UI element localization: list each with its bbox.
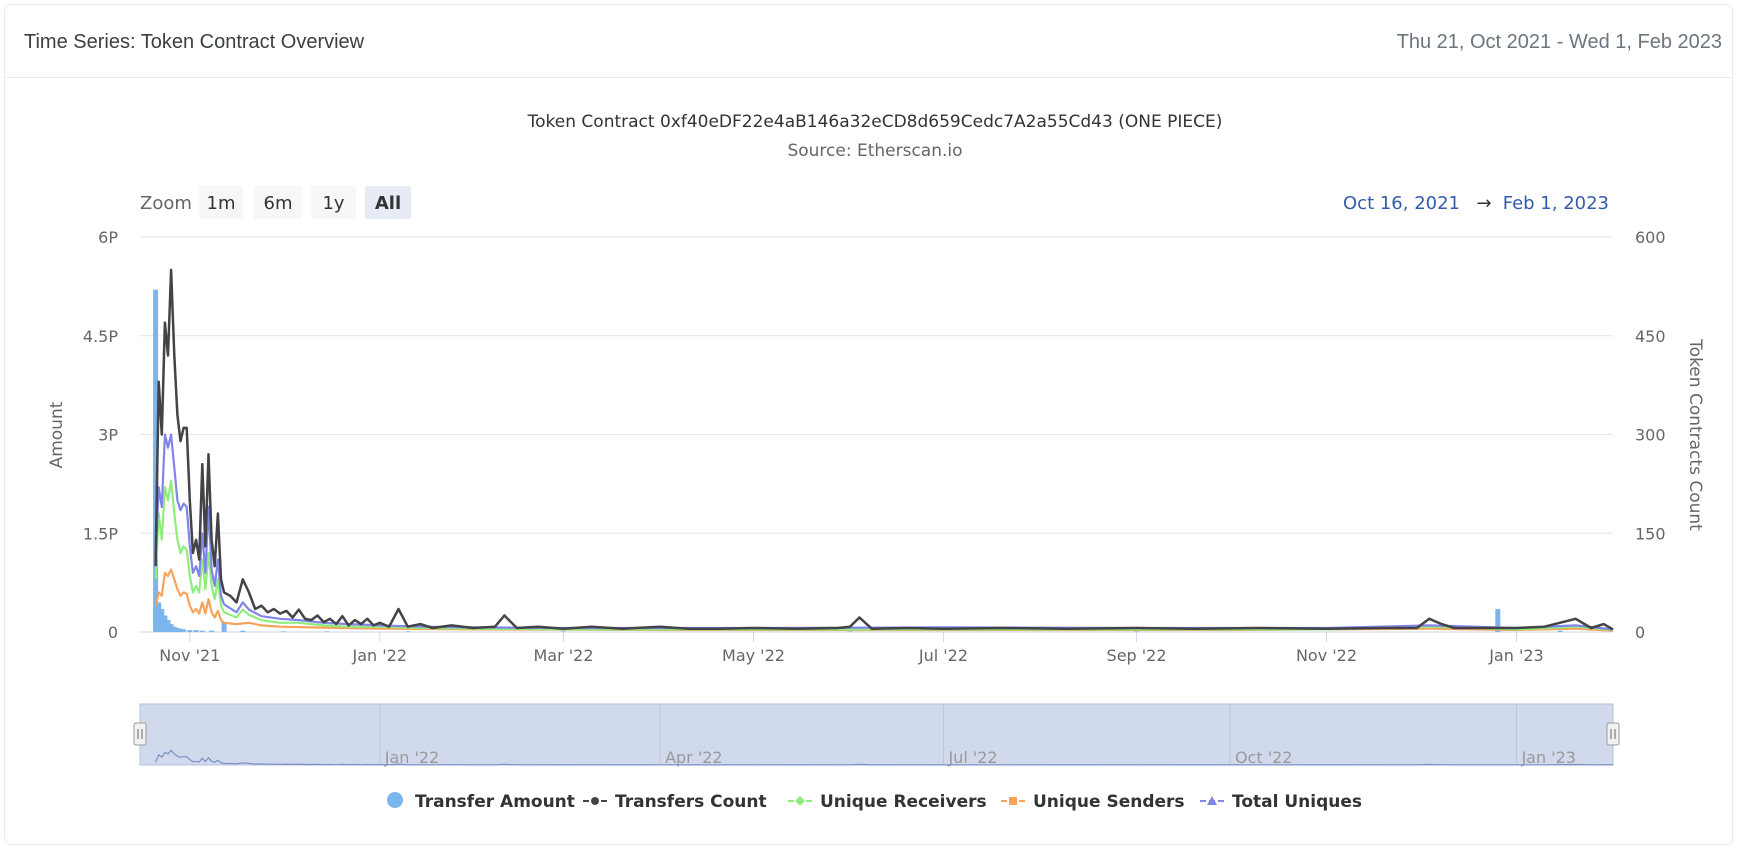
y-right-tick-label: 450 <box>1635 327 1666 346</box>
transfer-amount-bar <box>1557 630 1563 632</box>
y-left-tick-label: 0 <box>108 623 118 642</box>
range-to-input[interactable]: Feb 1, 2023 <box>1503 193 1609 214</box>
zoom-button-label[interactable]: 1m <box>207 193 236 214</box>
transfer-amount-bar <box>847 631 853 632</box>
transfer-amount-bar <box>181 629 187 632</box>
y-right-tick-label: 600 <box>1635 228 1666 247</box>
y-left-tick-label: 3P <box>98 426 118 445</box>
y-left-tick-label: 1.5P <box>83 524 118 543</box>
y-right-axis-title: Token Contracts Count <box>1685 338 1705 531</box>
legend-marker-diamond <box>795 796 805 806</box>
legend-marker-circle <box>591 797 599 805</box>
x-tick-label: Jan '23 <box>1488 646 1544 665</box>
transfer-amount-bar <box>280 631 286 632</box>
x-tick-label: May '22 <box>722 646 785 665</box>
unique-senders-line <box>154 568 1614 632</box>
transfer-amount-bar <box>1134 631 1140 632</box>
x-tick-label: Nov '21 <box>159 646 220 665</box>
transfers-count-line <box>154 268 1614 631</box>
transfer-amount-bar <box>240 630 246 632</box>
transfer-amount-bar <box>209 630 215 632</box>
legend-item-label[interactable]: Unique Receivers <box>820 792 987 812</box>
x-tick-label: Jul '22 <box>918 646 968 665</box>
time-series-chart: Token Contract 0xf40eDF22e4aB146a32eCD8d… <box>47 112 1705 812</box>
legend-marker-triangle <box>1207 796 1217 805</box>
transfer-amount-bar <box>193 630 199 632</box>
transfer-amount-bar <box>405 631 411 632</box>
total-uniques-line <box>154 433 1614 631</box>
y-left-tick-label: 6P <box>98 228 118 247</box>
unique-receivers-line <box>154 479 1614 632</box>
zoom-button-label[interactable]: 1y <box>322 193 344 214</box>
legend-marker-square <box>1009 797 1017 805</box>
navigator-tick-label: Oct '22 <box>1235 748 1293 767</box>
navigator-right-handle[interactable] <box>1606 722 1620 746</box>
chart-title: Token Contract 0xf40eDF22e4aB146a32eCD8d… <box>527 112 1223 132</box>
legend-item-label[interactable]: Transfer Amount <box>415 792 575 812</box>
y-left-axis-title: Amount <box>47 401 67 468</box>
transfer-amount-bar <box>187 630 193 632</box>
zoom-button-label[interactable]: 6m <box>264 193 293 214</box>
x-tick-label: Sep '22 <box>1107 646 1167 665</box>
zoom-button-label[interactable]: All <box>375 193 401 214</box>
y-right-tick-label: 300 <box>1635 426 1666 445</box>
x-tick-label: Jan '22 <box>352 646 408 665</box>
legend-item-label[interactable]: Total Uniques <box>1232 792 1362 812</box>
legend-item-label[interactable]: Unique Senders <box>1033 792 1185 812</box>
y-right-tick-label: 0 <box>1635 623 1645 642</box>
legend-item-label[interactable]: Transfers Count <box>615 792 767 812</box>
navigator-selected-range[interactable] <box>139 703 1614 766</box>
range-arrow: → <box>1476 193 1491 214</box>
navigator-tick-label: Jul '22 <box>947 748 997 767</box>
x-tick-label: Mar '22 <box>534 646 594 665</box>
navigator-left-handle[interactable] <box>133 722 147 746</box>
x-tick-label: Nov '22 <box>1296 646 1357 665</box>
y-left-tick-label: 4.5P <box>83 327 118 346</box>
transfer-amount-bar <box>561 631 567 632</box>
navigator-tick-label: Apr '22 <box>665 748 723 767</box>
range-from-input[interactable]: Oct 16, 2021 <box>1343 193 1460 214</box>
transfer-amount-bar <box>199 630 205 632</box>
chart-subtitle: Source: Etherscan.io <box>787 141 962 161</box>
zoom-label: Zoom <box>140 193 192 214</box>
legend-marker-circle[interactable] <box>387 792 403 808</box>
transfer-amount-bar <box>324 631 330 632</box>
y-right-tick-label: 150 <box>1635 524 1666 543</box>
